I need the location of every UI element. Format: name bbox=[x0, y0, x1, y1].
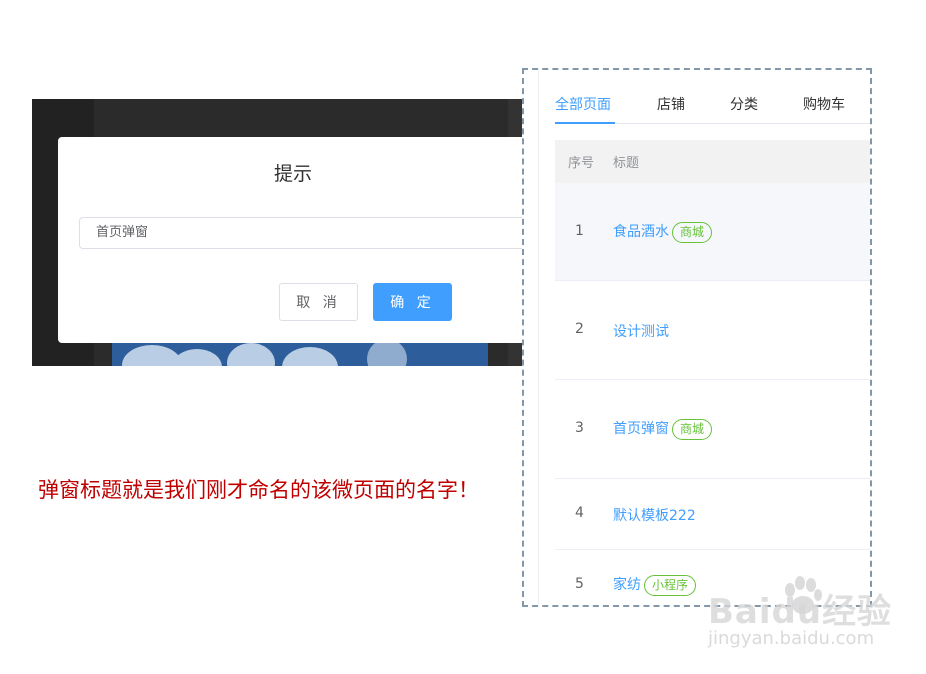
cancel-button[interactable]: 取 消 bbox=[279, 283, 358, 321]
row-index: 4 bbox=[575, 505, 584, 521]
panel-edge bbox=[538, 70, 539, 605]
prompt-dialog: 提示 首页弹窗 取 消 确 定 bbox=[58, 137, 526, 343]
tab-store[interactable]: 店铺 bbox=[657, 94, 685, 114]
row-index: 2 bbox=[575, 321, 584, 337]
row-index: 3 bbox=[575, 420, 584, 436]
row-title[interactable]: 首页弹窗 商城 bbox=[613, 418, 713, 440]
baidu-watermark: Baidu经验 jingyan.baidu.com bbox=[708, 576, 918, 658]
watermark-brand: Baidu经验 bbox=[708, 592, 893, 632]
tag-badge: 商城 bbox=[672, 221, 713, 243]
tab-all-pages[interactable]: 全部页面 bbox=[555, 94, 611, 114]
table-row[interactable]: 3 首页弹窗 商城 bbox=[555, 380, 870, 479]
confirm-button[interactable]: 确 定 bbox=[373, 283, 452, 321]
row-title[interactable]: 家纺 小程序 bbox=[613, 574, 697, 596]
row-title[interactable]: 设计测试 bbox=[613, 321, 669, 341]
dialog-input[interactable]: 首页弹窗 bbox=[79, 217, 526, 249]
row-index: 1 bbox=[575, 223, 584, 239]
watermark-url: jingyan.baidu.com bbox=[708, 628, 875, 649]
tag-badge: 商城 bbox=[672, 418, 713, 440]
tag-badge: 小程序 bbox=[644, 574, 697, 596]
dialog-screenshot: 提示 首页弹窗 取 消 确 定 bbox=[32, 99, 526, 366]
tab-cart[interactable]: 购物车 bbox=[803, 94, 845, 114]
page-list-panel: 全部页面 店铺 分类 购物车 序号 标题 1 食品酒水 商城 2 设计测试 3 首… bbox=[522, 68, 872, 607]
table-row[interactable]: 2 设计测试 bbox=[555, 281, 870, 380]
tab-category[interactable]: 分类 bbox=[730, 94, 758, 114]
row-index: 5 bbox=[575, 576, 584, 592]
active-tab-indicator bbox=[555, 122, 615, 124]
dialog-title: 提示 bbox=[273, 163, 312, 185]
row-title[interactable]: 默认模板222 bbox=[613, 505, 696, 525]
column-index: 序号 bbox=[568, 156, 595, 171]
row-title[interactable]: 食品酒水 商城 bbox=[613, 221, 713, 243]
column-title: 标题 bbox=[613, 156, 640, 171]
table-row[interactable]: 4 默认模板222 bbox=[555, 479, 870, 550]
annotation-caption: 弹窗标题就是我们刚才命名的该微页面的名字！ bbox=[38, 478, 479, 502]
table-row[interactable]: 1 食品酒水 商城 bbox=[555, 183, 870, 281]
table-header: 序号 标题 bbox=[555, 140, 870, 183]
